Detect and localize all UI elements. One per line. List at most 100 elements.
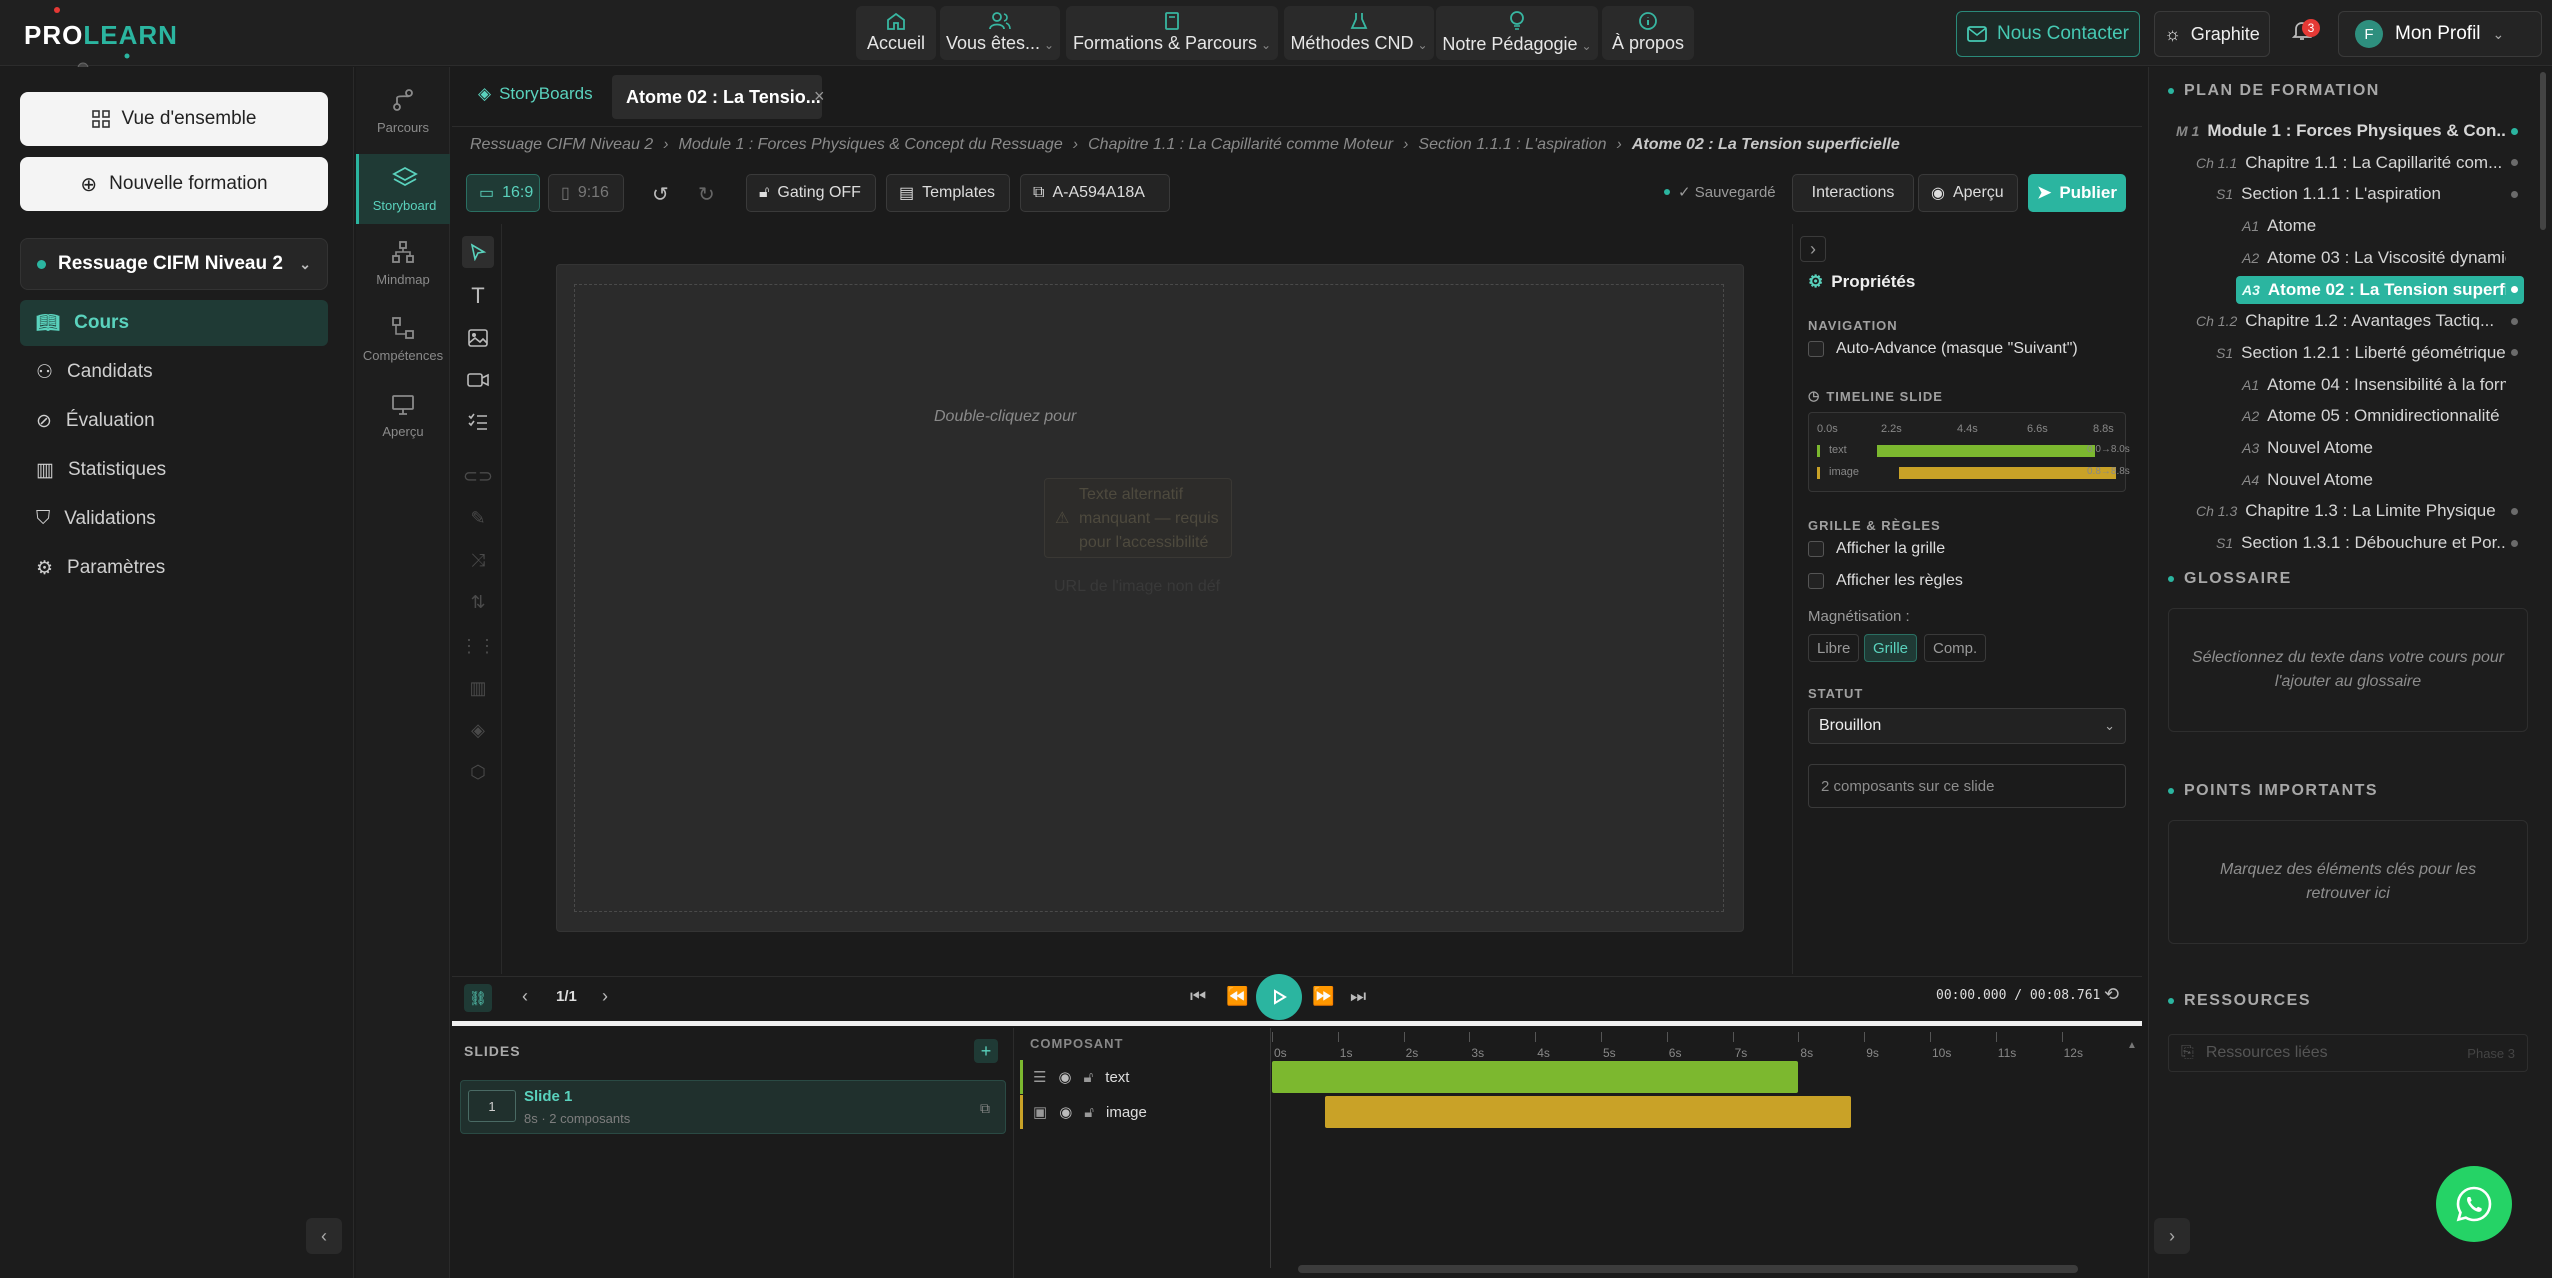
progress-track[interactable] xyxy=(452,1021,2142,1026)
rewind-icon[interactable]: ⏪ xyxy=(1226,986,1248,1007)
toggle-tool-icon[interactable]: ⊂⊃ xyxy=(462,460,494,492)
quiz-tool-icon[interactable] xyxy=(462,406,494,438)
plan-tree-item[interactable]: Ch 1.3 Chapitre 1.3 : La Limite Physique xyxy=(2190,497,2524,525)
nav-vous-etes[interactable]: Vous êtes... ⌄ xyxy=(940,6,1060,60)
right-panel-scrollbar[interactable] xyxy=(2540,72,2546,230)
plan-tree-item[interactable]: Ch 1.2 Chapitre 1.2 : Avantages Tactiq... xyxy=(2190,307,2524,335)
tab-current-atome[interactable]: Atome 02 : La Tensio... xyxy=(612,75,822,119)
lock-icon[interactable]: 🔓︎ xyxy=(1084,1069,1094,1086)
next-slide-icon[interactable]: › xyxy=(602,986,608,1007)
shuffle-tool-icon[interactable]: ⤨ xyxy=(462,544,494,576)
checkbox[interactable] xyxy=(1808,541,1824,557)
status-select[interactable]: Brouillon ⌄ xyxy=(1808,708,2126,744)
templates-button[interactable]: ▤ Templates xyxy=(886,174,1010,212)
nav-formations[interactable]: Formations & Parcours ⌄ xyxy=(1066,6,1278,60)
plan-tree-item[interactable]: Ch 1.1 Chapitre 1.1 : La Capillarité com.… xyxy=(2190,149,2524,177)
auto-advance-checkbox[interactable]: Auto-Advance (masque "Suivant") xyxy=(1808,340,2078,358)
link-icon[interactable]: ⛓ xyxy=(464,984,492,1012)
overview-button[interactable]: Vue d'ensemble xyxy=(20,92,328,146)
select-tool-icon[interactable] xyxy=(462,236,494,268)
plan-tree-item[interactable]: A1 Atome 04 : Insensibilité à la forme xyxy=(2236,371,2524,399)
profile-button[interactable]: F Mon Profil ⌄ xyxy=(2338,11,2542,57)
plan-tree-item[interactable]: A2 Atome 05 : Omnidirectionnalité xyxy=(2236,402,2524,430)
gating-button[interactable]: 🔓︎ Gating OFF xyxy=(746,174,876,212)
plan-tree-item[interactable]: S1 Section 1.2.1 : Liberté géométrique xyxy=(2210,339,2524,367)
sidebar-item-candidats[interactable]: ⚇ Candidats xyxy=(20,349,328,395)
image-tool-icon[interactable] xyxy=(462,322,494,354)
plan-tree-item[interactable]: A3 Atome 02 : La Tension superfi... xyxy=(2236,275,2524,304)
atom-id-button[interactable]: ⧉ A-A594A18A xyxy=(1020,174,1170,212)
plan-tree-item[interactable]: A1 Atome xyxy=(2236,212,2524,240)
course-selector[interactable]: Ressuage CIFM Niveau 2 ⌄ xyxy=(20,238,328,290)
loop-icon[interactable]: ⟲ xyxy=(2104,984,2119,1005)
preview-button[interactable]: ◉ Aperçu xyxy=(1918,174,2018,212)
shape-tool-icon[interactable]: ⬡ xyxy=(462,756,494,788)
rail-item-apercu[interactable]: Aperçu xyxy=(356,394,450,439)
contact-button[interactable]: Nous Contacter xyxy=(1956,11,2140,57)
nav-methodes[interactable]: Méthodes CND ⌄ xyxy=(1284,6,1434,60)
plan-tree-item[interactable]: A4 Nouvel Atome xyxy=(2236,466,2524,494)
sidebar-item-parametres[interactable]: ⚙ Paramètres xyxy=(20,545,328,591)
nav-a-propos[interactable]: À propos xyxy=(1602,6,1694,60)
timeline-row-image[interactable]: ▣ ◉ 🔓︎ image xyxy=(1020,1095,1270,1129)
eye-icon[interactable]: ◉ xyxy=(1058,1068,1071,1086)
timeline-bar-text[interactable] xyxy=(1272,1061,1799,1093)
resources-input[interactable]: ⎘ Ressources liées Phase 3 xyxy=(2168,1034,2528,1072)
sidebar-item-evaluation[interactable]: ⊘ Évaluation xyxy=(20,398,328,444)
sidebar-item-statistiques[interactable]: ▥ Statistiques xyxy=(20,447,328,493)
vertical-scrollbar[interactable]: ▲ xyxy=(2126,1040,2138,1240)
checkbox[interactable] xyxy=(1808,573,1824,589)
collapse-sidebar-button[interactable]: ‹ xyxy=(306,1218,342,1254)
pen-tool-icon[interactable]: ✎ xyxy=(462,502,494,534)
rail-item-competences[interactable]: Compétences xyxy=(356,316,450,363)
checkbox[interactable] xyxy=(1808,341,1824,357)
skip-end-icon[interactable]: ⏭ xyxy=(1350,986,1366,1007)
rail-item-storyboard[interactable]: Storyboard xyxy=(356,154,450,224)
timeline-row-text[interactable]: ☰ ◉ 🔓︎ text xyxy=(1020,1060,1270,1094)
layers-tool-icon[interactable]: ◈ xyxy=(462,714,494,746)
collapse-right-panel-button[interactable]: › xyxy=(2154,1218,2190,1254)
play-button[interactable] xyxy=(1256,974,1302,1020)
sidebar-item-cours[interactable]: 📖︎ Cours xyxy=(20,300,328,346)
map-tool-icon[interactable]: ▥ xyxy=(462,672,494,704)
prev-slide-icon[interactable]: ‹ xyxy=(522,986,528,1007)
text-tool-icon[interactable]: T xyxy=(462,280,494,312)
timeline-bar-image[interactable] xyxy=(1324,1096,1852,1128)
horizontal-scrollbar[interactable] xyxy=(1282,1265,2112,1273)
tab-storyboards[interactable]: ◈ StoryBoards xyxy=(478,84,593,104)
fast-forward-icon[interactable]: ⏩ xyxy=(1312,986,1334,1007)
theme-button[interactable]: ☼ Graphite xyxy=(2154,11,2270,57)
duplicate-slide-icon[interactable]: ⧉ xyxy=(980,1100,990,1117)
publish-button[interactable]: ➤ Publier xyxy=(2028,174,2126,212)
undo-icon[interactable]: ↺ xyxy=(652,182,669,207)
drag-tool-icon[interactable]: ⋮⋮ xyxy=(460,630,496,662)
plan-tree-item[interactable]: A3 Nouvel Atome xyxy=(2236,434,2524,462)
rail-item-mindmap[interactable]: Mindmap xyxy=(356,240,450,287)
show-grid-checkbox[interactable]: Afficher la grille xyxy=(1808,540,1945,558)
show-rulers-checkbox[interactable]: Afficher les règles xyxy=(1808,572,1963,590)
breadcrumb-item[interactable]: Chapitre 1.1 : La Capillarité comme Mote… xyxy=(1088,136,1393,154)
rail-item-parcours[interactable]: Parcours xyxy=(356,88,450,135)
whatsapp-button[interactable] xyxy=(2436,1166,2512,1242)
slide-thumbnail[interactable]: 1 xyxy=(468,1090,516,1122)
sort-tool-icon[interactable]: ⇅ xyxy=(462,586,494,618)
skip-start-icon[interactable]: ⏮ xyxy=(1190,986,1206,1007)
breadcrumb-item[interactable]: Section 1.1.1 : L'aspiration xyxy=(1418,136,1606,154)
close-tab-icon[interactable]: × xyxy=(814,86,825,107)
video-tool-icon[interactable] xyxy=(462,364,494,396)
add-slide-button[interactable]: + xyxy=(974,1039,998,1063)
sidebar-item-validations[interactable]: ⛉ Validations xyxy=(20,496,328,542)
ratio-16-9-button[interactable]: ▭ 16:9 xyxy=(466,174,540,212)
snap-libre-button[interactable]: Libre xyxy=(1808,634,1860,662)
plan-tree-item[interactable]: M 1 Module 1 : Forces Physiques & Con... xyxy=(2170,117,2524,145)
interactions-button[interactable]: Interactions xyxy=(1792,174,1914,212)
plan-tree-item[interactable]: A2 Atome 03 : La Viscosité dynamiq... xyxy=(2236,244,2524,272)
redo-icon[interactable]: ↻ xyxy=(698,182,715,207)
plan-tree-item[interactable]: S1 Section 1.3.1 : Débouchure et Por... xyxy=(2210,529,2524,557)
alt-text-warning[interactable]: ⚠ Texte alternatif manquant — requis pou… xyxy=(1044,478,1232,558)
lock-icon[interactable]: 🔓︎ xyxy=(1084,1104,1094,1121)
nav-pedagogie[interactable]: Notre Pédagogie ⌄ xyxy=(1436,6,1598,60)
plan-tree-item[interactable]: S1 Section 1.1.1 : L'aspiration xyxy=(2210,180,2524,208)
nav-accueil[interactable]: Accueil xyxy=(856,6,936,60)
snap-grille-button[interactable]: Grille xyxy=(1864,634,1918,662)
